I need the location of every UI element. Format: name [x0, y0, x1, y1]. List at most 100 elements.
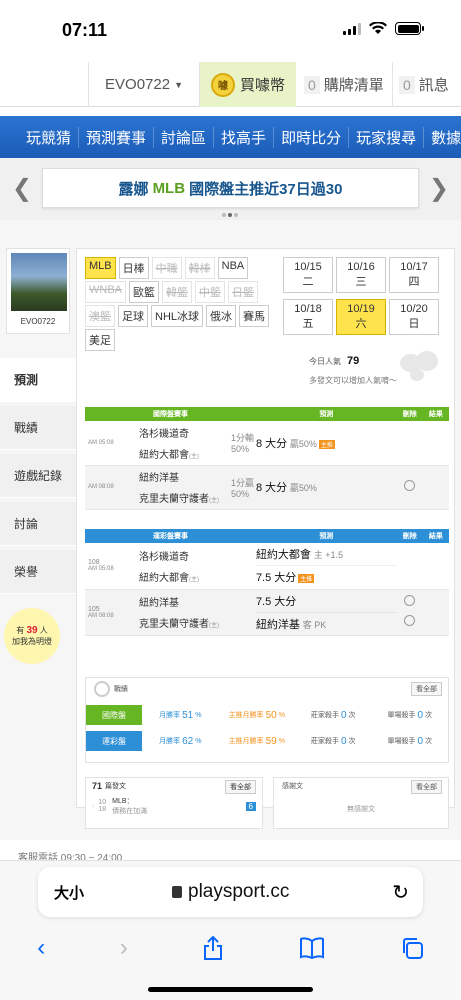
- side-tab-game-log[interactable]: 遊戲紀錄: [0, 454, 76, 498]
- nav-item-player-search[interactable]: 玩家搜尋: [349, 126, 425, 148]
- league-chip[interactable]: NBA: [217, 257, 249, 279]
- team-home: 紐約大都會: [139, 572, 189, 584]
- status-bar: 07:11: [0, 0, 461, 58]
- team-away: 紐約洋基: [139, 598, 179, 609]
- intl-header-event: 國際盤賽事: [85, 407, 256, 421]
- sports-header-event: 運彩盤賽事: [85, 529, 256, 543]
- message-link[interactable]: 0 訊息: [392, 62, 449, 107]
- bulb-label: 加我為明燈: [12, 637, 52, 646]
- single-killer-count: 0: [417, 709, 424, 721]
- nav-item-predict[interactable]: 預測賽事: [79, 126, 155, 148]
- league-chip[interactable]: 澳籃: [85, 305, 115, 327]
- intl-header-result: 結果: [422, 407, 449, 421]
- stats-see-all-button[interactable]: 看全部: [411, 682, 442, 696]
- date-chip[interactable]: 10/17 四: [389, 257, 439, 293]
- thanks-title: 感謝文: [282, 783, 303, 790]
- league-chip[interactable]: 足球: [118, 305, 148, 327]
- reload-icon[interactable]: ↻: [392, 880, 409, 905]
- posts-box: 71 篇發文 看全部 ‹ 10 18 MLB： 債務在加滿 6: [85, 777, 263, 829]
- chevron-left-icon[interactable]: ❮: [12, 174, 32, 203]
- nav-item-experts[interactable]: 找高手: [214, 126, 275, 148]
- popularity: 今日人氣 79: [309, 355, 360, 367]
- message-label: 訊息: [418, 77, 449, 94]
- team-away: 洛杉磯道奇: [139, 428, 189, 440]
- banner-league: MLB: [152, 179, 186, 197]
- bookie-killer-count: 0: [340, 709, 347, 721]
- page-content: EVO0722 預測 戰績 遊戲紀錄 討論 榮譽 有 39 人 加我為明燈 ML…: [0, 220, 461, 840]
- date-chip[interactable]: 10/15 二: [283, 257, 333, 293]
- league-chip[interactable]: 日籃: [228, 281, 258, 303]
- chevron-right-icon[interactable]: ❯: [429, 174, 449, 203]
- league-chip[interactable]: WNBA: [85, 281, 126, 303]
- main-rate: 59: [265, 735, 277, 747]
- delete-radio[interactable]: [404, 615, 416, 626]
- banner-headline[interactable]: 露娜 MLB 國際盤主推近37日過30: [42, 168, 419, 208]
- sports-row: 105 AM 08:08 紐約洋基 克里夫蘭守護者(主) 7.5 大分 紐約洋基 …: [85, 589, 449, 636]
- popularity-hint: 多發文可以增加人氣唷～: [309, 376, 397, 385]
- tabs-icon[interactable]: [400, 936, 424, 960]
- bookmarks-icon[interactable]: [299, 937, 325, 959]
- text-size-button[interactable]: 大小: [54, 882, 84, 903]
- league-chip[interactable]: 美足: [85, 329, 115, 351]
- buy-coin-button[interactable]: 噱 買噱幣: [200, 62, 296, 107]
- date-chip[interactable]: 10/18 五: [283, 299, 333, 335]
- chevron-left-icon[interactable]: ‹: [92, 803, 94, 810]
- nav-item-live-score[interactable]: 即時比分: [274, 126, 350, 148]
- bookie-killer-count: 0: [340, 735, 347, 747]
- side-tab-honor[interactable]: 榮譽: [0, 550, 76, 594]
- league-chip[interactable]: 韓棒: [184, 257, 215, 279]
- post-item[interactable]: ‹ 10 18 MLB： 債務在加滿 6: [86, 794, 262, 818]
- single-killer-count: 0: [417, 735, 424, 747]
- avatar[interactable]: [11, 253, 67, 311]
- back-icon[interactable]: ‹: [37, 934, 45, 962]
- intl-table: 國際盤賽事 預測 刪除 結果 AM 05:08 洛杉磯道奇 紐約大都會(主) 1…: [85, 407, 449, 510]
- delete-radio[interactable]: [404, 480, 416, 491]
- league-chip[interactable]: 賽馬: [239, 305, 270, 327]
- address-bar[interactable]: 大小 playsport.cc ↻: [38, 867, 423, 917]
- league-chip[interactable]: 歐籃: [129, 281, 159, 303]
- banner-text: 國際盤主推近37日過30: [189, 180, 343, 198]
- stats-row-label: 運彩盤: [86, 731, 142, 751]
- league-chip[interactable]: MLB: [85, 257, 116, 279]
- user-dropdown[interactable]: EVO0722 ▼: [88, 62, 200, 107]
- sports-row: 108 AM 05:08 洛杉磯道奇 紐約大都會(主) 紐約大都會 主 +1.5 …: [85, 543, 449, 590]
- status-time: 07:11: [62, 20, 108, 40]
- league-chip[interactable]: 日棒: [118, 257, 149, 279]
- sports-header-result: 結果: [422, 529, 449, 543]
- date-filter: 10/15 二 10/16 三 10/17 四 10/18 五 10/19 六 10/20…: [283, 257, 443, 335]
- date-chip[interactable]: 10/16 三: [336, 257, 386, 293]
- delete-radio[interactable]: [404, 595, 416, 606]
- nav-item-data[interactable]: 數據: [424, 127, 461, 148]
- status-icons: [343, 22, 424, 35]
- forward-icon[interactable]: ›: [120, 934, 128, 962]
- lock-icon: [172, 886, 182, 898]
- target-icon: [94, 681, 110, 697]
- team-home: 克里夫蘭守護者: [139, 619, 209, 630]
- side-tab-discuss[interactable]: 討論: [0, 502, 76, 546]
- butterfly-decoration-icon: [400, 351, 438, 381]
- league-chip[interactable]: 韓籃: [162, 281, 192, 303]
- share-icon[interactable]: [202, 935, 224, 961]
- posts-see-all-button[interactable]: 看全部: [225, 780, 256, 794]
- lightbulb-follow[interactable]: 有 39 人 加我為明燈: [4, 608, 60, 664]
- cart-label: 購牌清單: [323, 77, 384, 94]
- date-chip[interactable]: 10/20 日: [389, 299, 439, 335]
- league-chip[interactable]: 俄冰: [206, 305, 237, 327]
- side-tab-record[interactable]: 戰績: [0, 406, 76, 450]
- stats-row: 運彩盤 月勝率 62% 主推月勝率 59% 莊家殺手 0 次單場殺手 0 次: [86, 730, 448, 752]
- cart-link[interactable]: 0 購牌清單: [304, 62, 384, 107]
- nav-item-guess[interactable]: 玩競猜: [0, 126, 80, 148]
- league-chip[interactable]: 中籃: [195, 281, 225, 303]
- intl-header-delete: 刪除: [396, 407, 423, 421]
- league-chip[interactable]: 中職: [151, 257, 182, 279]
- league-chip[interactable]: NHL冰球: [151, 305, 204, 327]
- post-count: 71: [92, 781, 103, 791]
- date-chip[interactable]: 10/19 六: [336, 299, 386, 335]
- pick: 8 大分: [255, 482, 288, 494]
- thanks-see-all-button[interactable]: 看全部: [411, 780, 442, 794]
- nav-item-forum[interactable]: 討論區: [154, 126, 215, 148]
- side-tab-predict[interactable]: 預測: [0, 358, 76, 402]
- wifi-icon: [369, 22, 387, 34]
- avatar-box: EVO0722: [6, 248, 70, 334]
- popularity-value: 79: [347, 355, 360, 367]
